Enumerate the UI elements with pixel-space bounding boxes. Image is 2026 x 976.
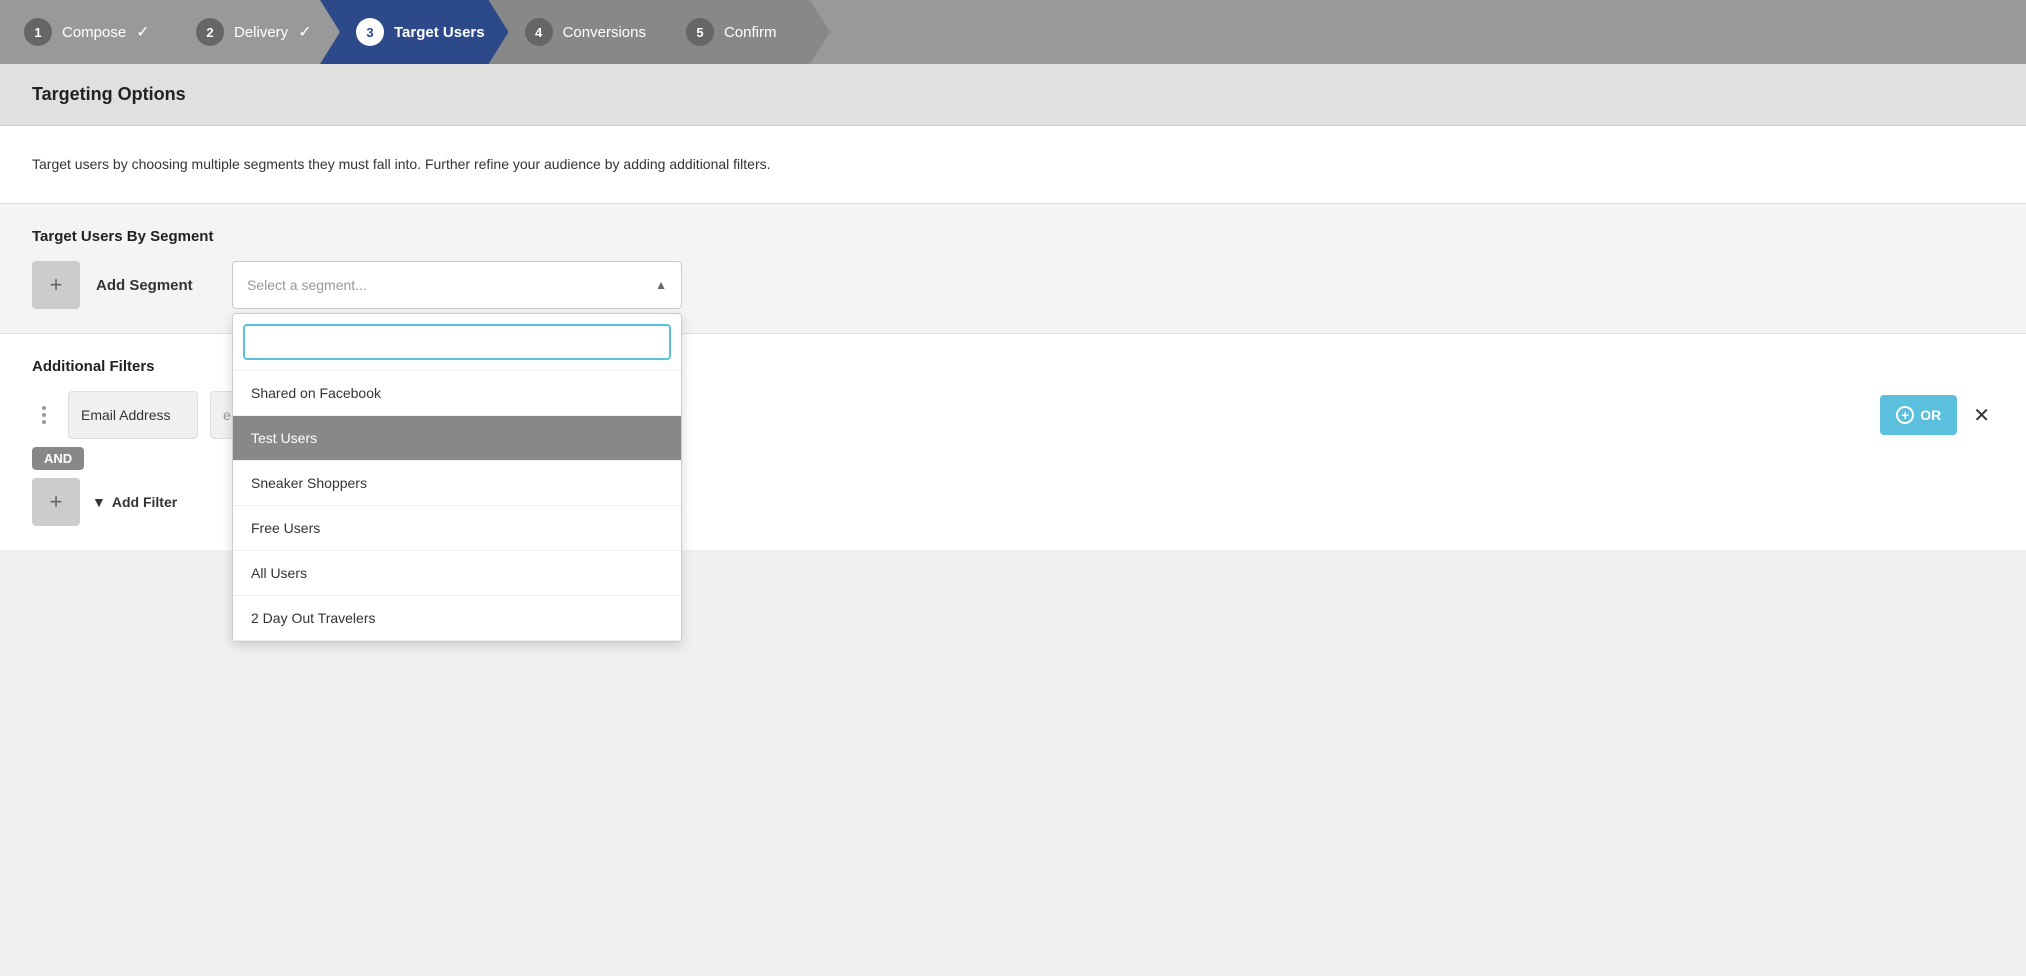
- remove-filter-icon: ✕: [1973, 405, 1990, 427]
- description-section: Target users by choosing multiple segmen…: [0, 126, 2026, 204]
- dropdown-item-free-users[interactable]: Free Users: [233, 506, 681, 551]
- wizard-step-conversions[interactable]: 4 Conversions: [489, 0, 670, 64]
- segment-section-title: Target Users By Segment: [32, 228, 1994, 245]
- remove-filter-button[interactable]: ✕: [1969, 403, 1994, 428]
- segment-search-input[interactable]: [243, 324, 671, 360]
- segment-dropdown-container: Select a segment... ▲ Shared on Facebook…: [232, 261, 682, 309]
- wizard-step-target-users[interactable]: 3 Target Users: [320, 0, 509, 64]
- dropdown-item-test-users[interactable]: Test Users: [233, 416, 681, 461]
- filter-icon: ▼: [92, 494, 106, 510]
- dropdown-item-all-users[interactable]: All Users: [233, 551, 681, 596]
- step-number-1: 1: [24, 18, 52, 46]
- or-button[interactable]: + OR: [1880, 395, 1957, 435]
- main-content: Targeting Options Target users by choosi…: [0, 64, 2026, 550]
- drag-handle[interactable]: [32, 391, 56, 439]
- or-button-label: OR: [1920, 407, 1941, 423]
- add-segment-label: Add Segment: [96, 261, 216, 309]
- step-number-5: 5: [686, 18, 714, 46]
- wizard-step-compose[interactable]: 1 Compose ✓: [0, 0, 180, 64]
- drag-dots-group: [42, 406, 46, 424]
- section-header: Targeting Options: [0, 64, 2026, 126]
- description-text: Target users by choosing multiple segmen…: [32, 154, 1994, 175]
- step-number-4: 4: [525, 18, 553, 46]
- step-label-compose: Compose: [62, 24, 126, 41]
- add-filter-plus-icon: +: [50, 489, 63, 515]
- step-label-delivery: Delivery: [234, 24, 288, 41]
- dropdown-item-shared-facebook[interactable]: Shared on Facebook: [233, 371, 681, 416]
- wizard-step-confirm[interactable]: 5 Confirm: [650, 0, 830, 64]
- segment-select-button[interactable]: Select a segment... ▲: [232, 261, 682, 309]
- and-badge: AND: [32, 447, 84, 470]
- wizard-bar: 1 Compose ✓ 2 Delivery ✓ 3 Target Users …: [0, 0, 2026, 64]
- drag-dot: [42, 406, 46, 410]
- checkmark-compose: ✓: [136, 22, 149, 42]
- add-segment-button[interactable]: +: [32, 261, 80, 309]
- drag-dot: [42, 420, 46, 424]
- step-label-confirm: Confirm: [724, 24, 777, 41]
- dropdown-item-2day-travelers[interactable]: 2 Day Out Travelers: [233, 596, 681, 641]
- add-filter-label: ▼ Add Filter: [92, 478, 177, 526]
- dropdown-search-container: [233, 314, 681, 371]
- filter-label-email: Email Address: [68, 391, 198, 439]
- or-plus-icon: +: [1896, 406, 1914, 424]
- add-segment-plus-icon: +: [50, 272, 63, 298]
- add-filter-button[interactable]: +: [32, 478, 80, 526]
- section-title: Targeting Options: [32, 84, 1994, 105]
- dropdown-list: Shared on Facebook Test Users Sneaker Sh…: [233, 371, 681, 641]
- wizard-step-delivery[interactable]: 2 Delivery ✓: [160, 0, 340, 64]
- step-number-2: 2: [196, 18, 224, 46]
- segment-select-placeholder: Select a segment...: [247, 277, 367, 293]
- checkmark-delivery: ✓: [298, 22, 311, 42]
- step-number-3: 3: [356, 18, 384, 46]
- step-label-target-users: Target Users: [394, 24, 485, 41]
- drag-dot: [42, 413, 46, 417]
- dropdown-item-sneaker-shoppers[interactable]: Sneaker Shoppers: [233, 461, 681, 506]
- segment-dropdown-panel: Shared on Facebook Test Users Sneaker Sh…: [232, 313, 682, 642]
- dropdown-arrow-icon: ▲: [655, 278, 667, 292]
- segment-section: Target Users By Segment + Add Segment Se…: [0, 204, 2026, 334]
- add-segment-row: + Add Segment Select a segment... ▲ Shar…: [32, 261, 1994, 309]
- step-label-conversions: Conversions: [563, 24, 646, 41]
